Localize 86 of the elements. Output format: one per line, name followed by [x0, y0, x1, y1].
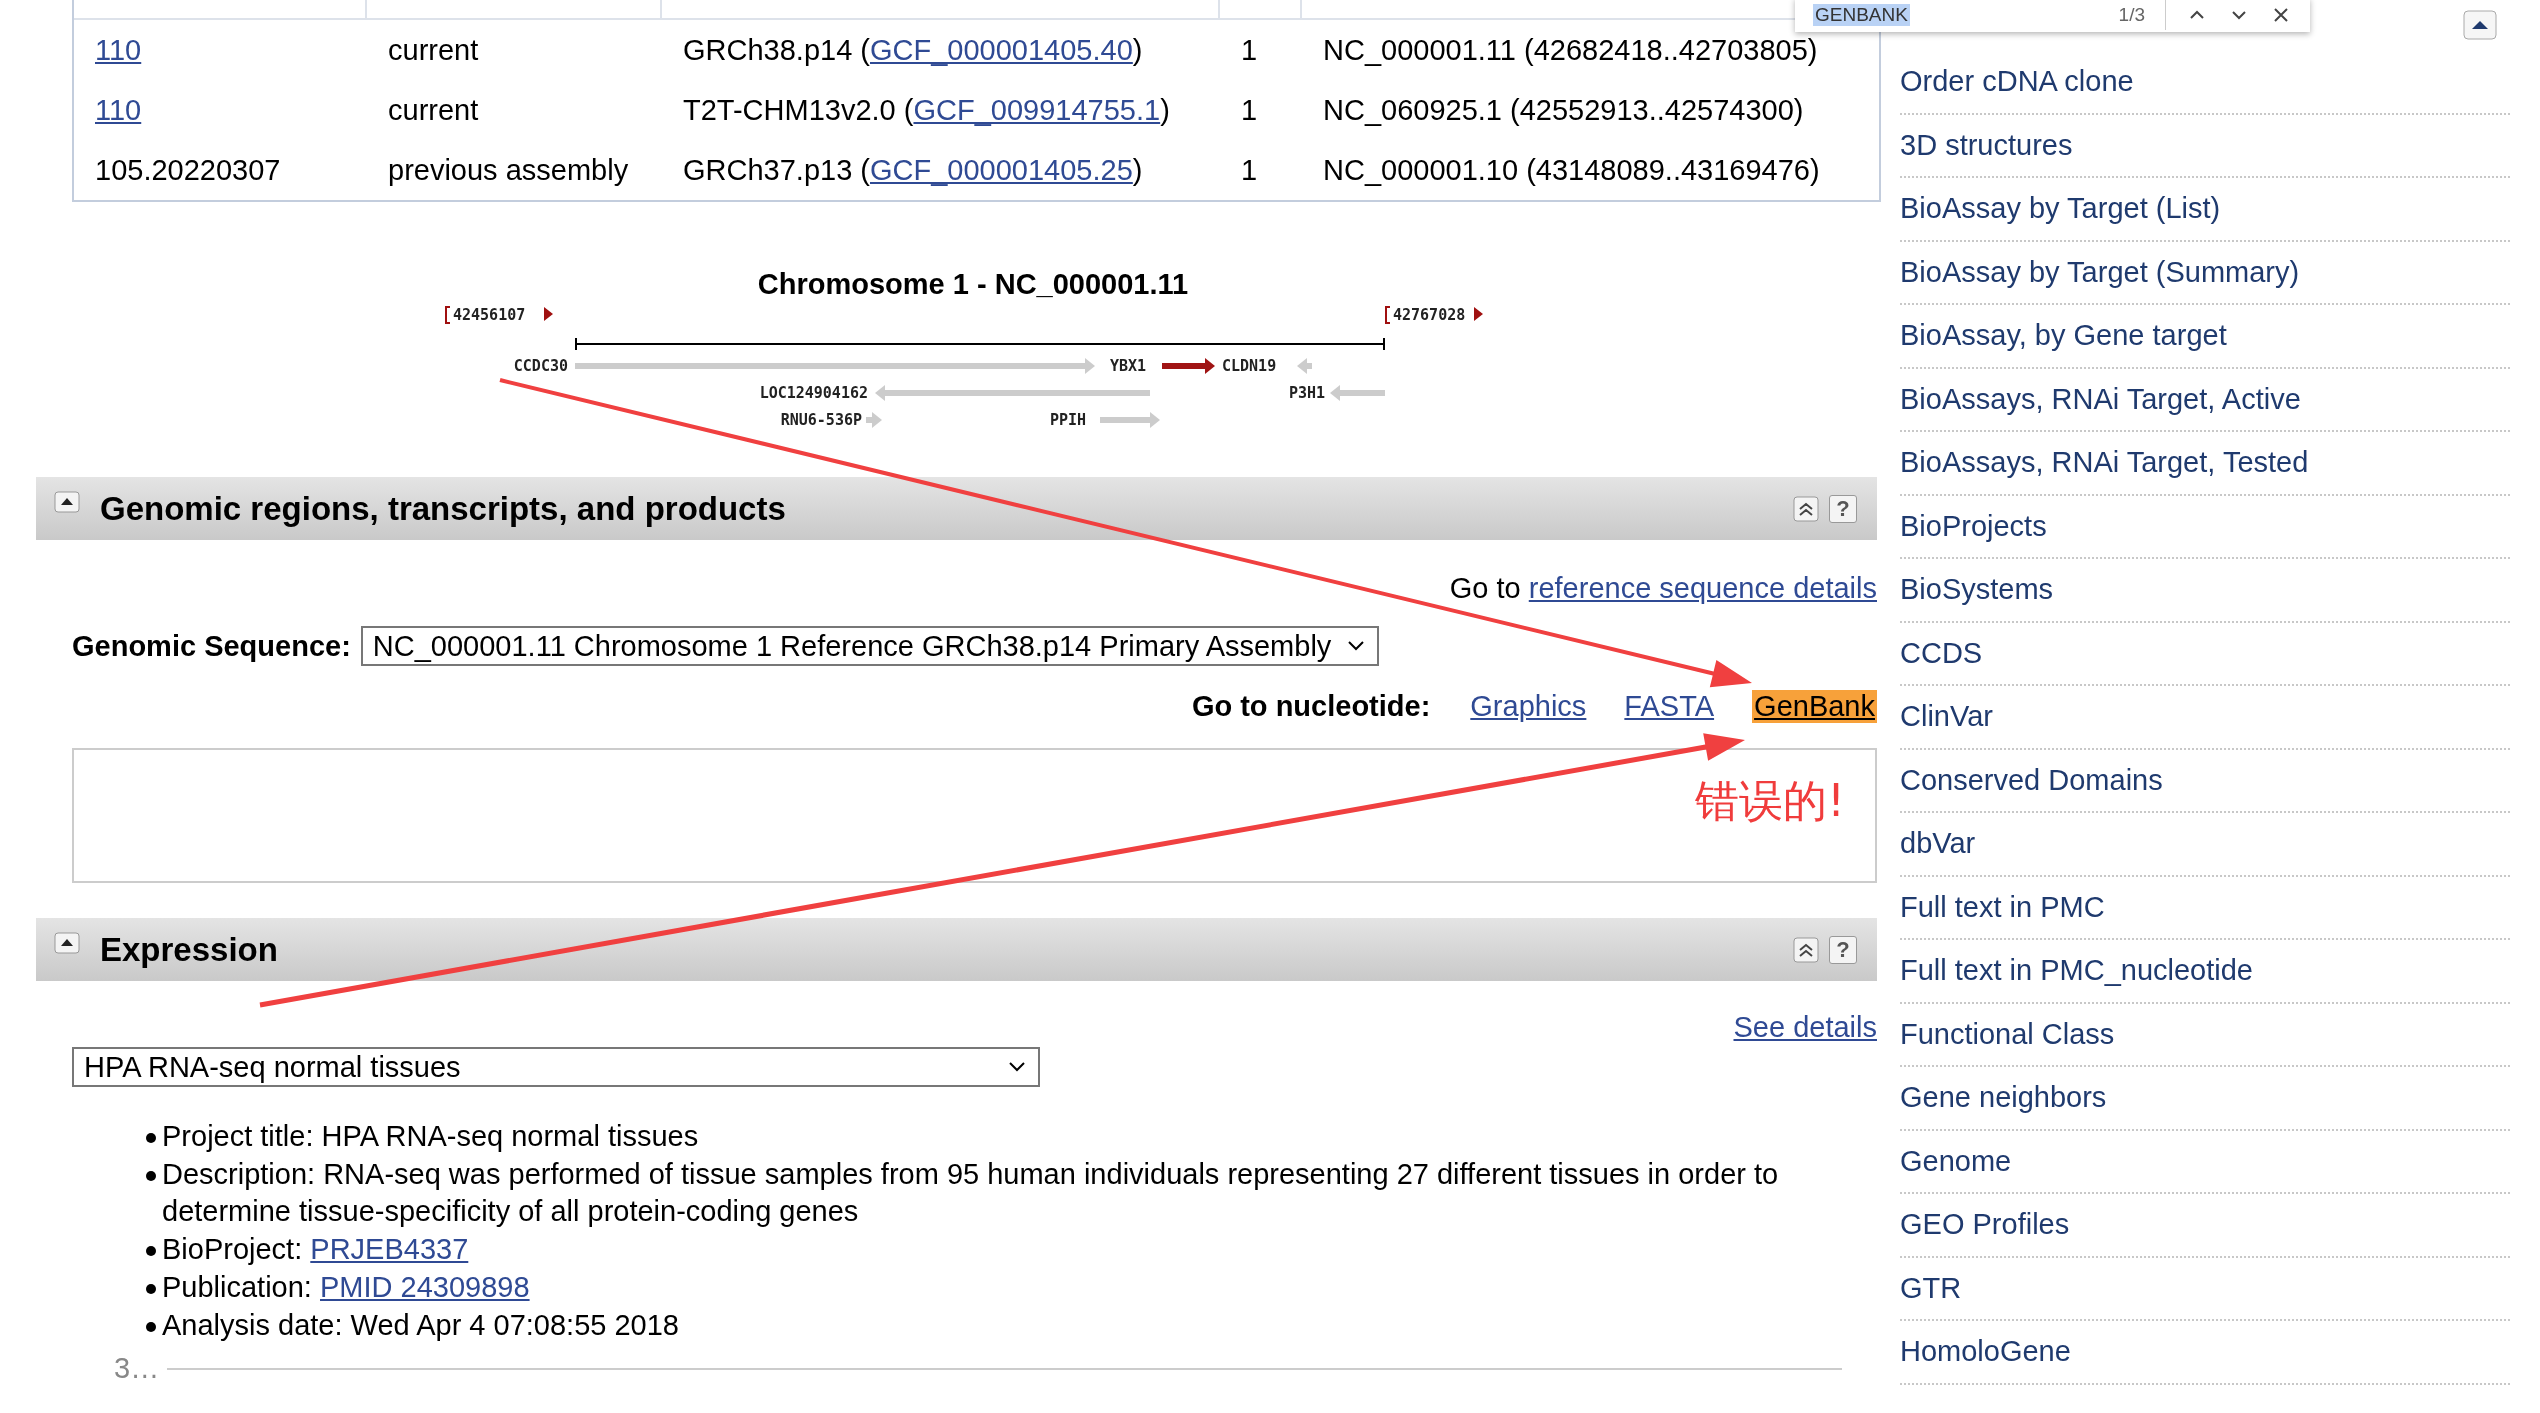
sidebar-link[interactable]: CCDS [1900, 636, 1983, 670]
sidebar-link[interactable]: HomoloGene [1900, 1335, 2071, 1369]
table-cell: 1 [1241, 93, 1258, 126]
table-cell: NC_000001.11 (42682418..42703805) [1323, 33, 1818, 66]
fact-text: Publication: PMID 24309898 [162, 1269, 530, 1305]
collapse-all-icon[interactable] [1793, 495, 1819, 522]
bullet-icon [146, 1321, 156, 1332]
accession-link[interactable]: GCF_000001405.25 [870, 153, 1133, 186]
nucleotide-label: Go to nucleotide: [1191, 689, 1431, 723]
find-field[interactable]: GENBANK [1813, 4, 1910, 26]
gene-label: CCDC30 [513, 357, 568, 375]
dataset-select[interactable]: HPA RNA-seq normal tissues [72, 1047, 1040, 1087]
sidebar-link[interactable]: BioAssay by Target (Summary) [1900, 255, 2300, 289]
annotation-text: 错误的! [1695, 774, 1845, 828]
release-link[interactable]: 110 [95, 33, 142, 66]
sequence-label: Genomic Sequence: [72, 629, 351, 663]
gene-label: RNU6-536P [780, 411, 862, 429]
table-cell: previous assembly [388, 153, 629, 186]
end-coordinate: 42767028 [1385, 306, 1483, 324]
help-button[interactable]: ? [1829, 935, 1857, 964]
fact-link[interactable]: PRJEB4337 [310, 1233, 469, 1266]
format-link[interactable]: FASTA [1624, 689, 1715, 723]
chevron-down-icon [1347, 640, 1366, 652]
map-title: Chromosome 1 - NC_000001.11 [757, 268, 1189, 300]
table-cell: T2T-CHM13v2.0 (GCF_009914755.1) [683, 93, 1170, 126]
fact-text: BioProject: PRJEB4337 [162, 1232, 469, 1268]
chevron-down-icon [1008, 1061, 1026, 1073]
sidebar-link[interactable]: Order cDNA clone [1900, 65, 2134, 99]
match-count: 1/3 [2118, 4, 2145, 26]
sidebar-link[interactable]: Genome [1900, 1144, 2012, 1178]
release-link[interactable]: 110 [95, 93, 142, 126]
table-cell: GRCh37.p13 (GCF_000001405.25) [683, 153, 1143, 186]
table-cell: NC_000001.10 (43148089..43169476) [1323, 153, 1820, 186]
gene-label: P3H1 [1288, 384, 1325, 402]
gene-label: YBX1 [1110, 357, 1147, 375]
fact-text: Analysis date: Wed Apr 4 07:08:55 2018 [162, 1307, 679, 1343]
sidebar-link[interactable]: GEO Profiles [1900, 1208, 2070, 1242]
table-cell: current [388, 93, 479, 126]
sidebar-link[interactable]: 3D structures [1900, 128, 2073, 162]
sidebar-link[interactable]: Full text in PMC_nucleotide [1900, 954, 2253, 988]
gene-label: PPIH [1050, 411, 1087, 429]
see-details-link[interactable]: See details [1733, 1011, 1877, 1043]
sidebar-link[interactable]: ClinVar [1900, 700, 1993, 734]
fact-text: Description: RNA-seq was performed of tissue samples from 95 human individuals representing 27 different tissues in order to determine tissue-specificity of all protein-coding genes [162, 1156, 1780, 1230]
help-button[interactable]: ? [1829, 494, 1857, 523]
bullet-icon [146, 1246, 156, 1257]
accession-link[interactable]: GCF_009914755.1 [913, 93, 1161, 126]
section-title: Expression [100, 930, 279, 969]
sidebar-link[interactable]: BioAssay, by Gene target [1900, 319, 2227, 353]
table-cell: 1 [1241, 33, 1258, 66]
start-coordinate: 42456107 [445, 306, 553, 324]
sequence-select[interactable]: NC_000001.11 Chromosome 1 Reference GRCh38.p14 Primary Assembly [360, 626, 1380, 666]
section-title: Genomic regions, transcripts, and products [100, 489, 787, 528]
bullet-icon [146, 1170, 156, 1181]
reference-link[interactable]: reference sequence details [1528, 572, 1877, 604]
bullet-icon [146, 1283, 156, 1294]
table-cell: current [388, 33, 479, 66]
sidebar-link[interactable]: BioSystems [1900, 573, 2054, 607]
table-cell: 1 [1241, 153, 1258, 186]
sidebar-link[interactable]: BioAssays, RNAi Target, Active [1900, 382, 2301, 416]
sidebar-link[interactable]: BioAssay by Target (List) [1900, 192, 2221, 226]
sidebar-link[interactable]: Conserved Domains [1900, 763, 2163, 797]
scroll-up-button[interactable] [2463, 10, 2497, 40]
bullet-icon [146, 1133, 156, 1143]
reference-text: Go to reference sequence details [1449, 572, 1877, 604]
sidebar-link[interactable]: GTR [1900, 1271, 1962, 1305]
collapse-icon[interactable] [54, 490, 80, 513]
gene-label: CLDN19 [1222, 357, 1277, 375]
sidebar-link[interactable]: BioAssays, RNAi Target, Tested [1900, 446, 2309, 480]
accession-link[interactable]: GCF_000001405.40 [870, 33, 1133, 66]
fact-link[interactable]: PMID 24309898 [320, 1270, 530, 1303]
collapse-icon[interactable] [54, 931, 80, 954]
gene-label: LOC124904162 [759, 384, 868, 402]
sidebar-link[interactable]: Gene neighbors [1900, 1081, 2107, 1115]
sidebar-link[interactable]: dbVar [1900, 827, 1976, 861]
fact-text: Project title: HPA RNA-seq normal tissues [162, 1119, 699, 1154]
format-link[interactable]: GenBank [1752, 689, 1877, 723]
format-link[interactable]: Graphics [1470, 689, 1587, 723]
collapse-all-icon[interactable] [1793, 936, 1819, 963]
table-cell: GRCh38.p14 (GCF_000001405.40) [683, 33, 1143, 66]
table-cell: 105.20220307 [95, 153, 281, 186]
table-cell: NC_060925.1 (42552913..42574300) [1323, 93, 1804, 126]
more-indicator: 3… [114, 1352, 160, 1386]
sidebar-link[interactable]: Functional Class [1900, 1017, 2115, 1051]
sidebar-link[interactable]: BioProjects [1900, 509, 2047, 543]
sidebar-link[interactable]: Full text in PMC [1900, 890, 2105, 924]
